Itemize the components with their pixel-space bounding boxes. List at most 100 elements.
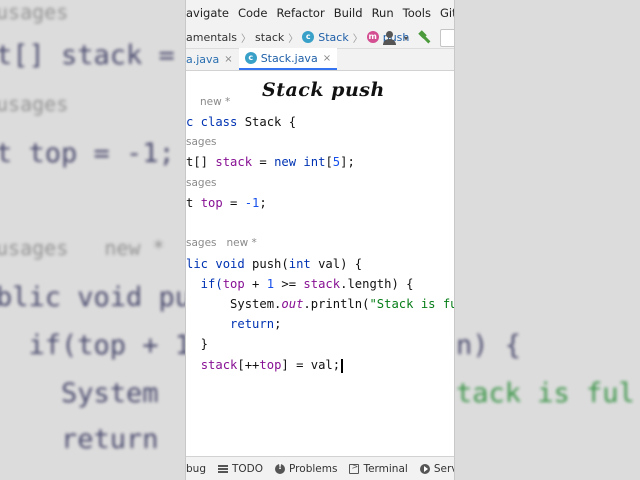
code-editor[interactable]: Stack push new * c class Stack {sages t[] … <box>186 72 454 454</box>
code-token: [ <box>325 155 333 169</box>
tool-window-label: Services <box>433 462 454 475</box>
code-token: t <box>186 196 201 210</box>
background-code-fragment: n) { <box>456 330 522 361</box>
chevron-right-icon: 〉 <box>352 33 363 45</box>
editor-tab-bar: a.java × c Stack.java × <box>186 48 454 71</box>
code-line: c class Stack { <box>186 115 296 129</box>
code-token: "Stack is full <box>369 297 454 311</box>
menu-item-run[interactable]: Run <box>372 6 394 20</box>
background-code-line: usages <box>0 92 69 116</box>
code-line: lic void push(int val) { <box>186 257 362 271</box>
tool-window-label: TODO <box>232 462 264 475</box>
background-code-line: t[] stack = <box>0 40 192 71</box>
background-code-line: blic void pu <box>0 282 192 313</box>
code-token: -1 <box>244 196 260 210</box>
code-token: if( <box>186 277 223 291</box>
code-token: } <box>186 337 209 351</box>
code-token: return <box>186 317 275 331</box>
code-token: [++ <box>237 358 260 372</box>
tab-previous-file[interactable]: a.java × <box>186 48 239 70</box>
code-token: c class <box>186 115 245 129</box>
tool-window-bug[interactable]: bug <box>186 463 206 475</box>
code-line: return; <box>186 317 281 331</box>
code-token: out <box>281 297 304 311</box>
background-code-line: usages new * <box>0 236 165 260</box>
menu-item-avigate[interactable]: avigate <box>186 6 229 20</box>
inlay-hint-usages: sages new * <box>186 237 257 249</box>
chevron-down-icon[interactable]: ▾ <box>404 34 408 43</box>
code-token: int <box>288 257 319 271</box>
tool-window-terminal[interactable]: Terminal <box>349 462 408 475</box>
chevron-right-icon: 〉 <box>288 33 299 45</box>
run-configuration-box[interactable] <box>440 29 454 47</box>
services-icon <box>419 463 430 474</box>
menu-item-build[interactable]: Build <box>334 6 363 20</box>
close-icon[interactable]: × <box>224 54 232 65</box>
code-token: stack <box>200 358 238 372</box>
code-line: if(top + 1 >= stack.length) { <box>186 277 414 291</box>
code-token: top <box>200 196 223 210</box>
menu-item-tools[interactable]: Tools <box>403 6 431 20</box>
code-token: >= <box>274 277 304 291</box>
close-icon[interactable]: × <box>323 53 331 64</box>
inlay-hint-usages: new * <box>200 96 231 108</box>
inlay-hint-usages: sages <box>186 177 217 189</box>
breadcrumb: amentals 〉 stack 〉 c Stack 〉 m push <box>186 30 409 45</box>
tab-label: a.java <box>186 52 220 66</box>
tool-window-todo[interactable]: TODO <box>218 463 263 475</box>
code-token: stack <box>215 155 253 169</box>
problems-icon <box>275 462 286 474</box>
code-token: 1 <box>266 277 275 291</box>
breadcrumb-class[interactable]: Stack <box>318 31 348 44</box>
user-icon[interactable] <box>382 30 398 46</box>
tool-window-services[interactable]: Services <box>419 462 454 475</box>
code-token: ]; <box>340 155 355 169</box>
build-hammer-icon[interactable] <box>418 31 432 45</box>
inlay-hint-usages: sages <box>186 136 217 148</box>
video-title-overlay: Stack push <box>262 79 385 101</box>
tab-stack-java[interactable]: c Stack.java × <box>238 48 338 70</box>
background-code-line: usages <box>0 0 69 24</box>
tool-window-label: Problems <box>289 462 338 475</box>
background-code-line: t top = -1; <box>0 138 175 169</box>
code-token: System. <box>186 297 282 311</box>
code-token: .println( <box>303 297 370 311</box>
todo-icon <box>218 464 228 474</box>
menu-item-code[interactable]: Code <box>238 6 267 20</box>
code-token: top <box>259 358 282 372</box>
menu-item-git[interactable]: Git <box>440 6 454 20</box>
code-token: push( <box>252 257 289 271</box>
code-line: } <box>186 337 208 351</box>
tab-label: Stack.java <box>260 51 318 65</box>
code-token: t[] <box>186 155 216 169</box>
code-token: top <box>222 277 245 291</box>
code-token: .length) { <box>340 277 414 291</box>
navigation-bar: amentals 〉 stack 〉 c Stack 〉 m push ▾ <box>186 26 454 49</box>
tool-window-label: bug <box>186 462 206 475</box>
tool-window-bar: bug TODO Problems Terminal Services <box>186 456 454 480</box>
breadcrumb-package[interactable]: amentals <box>186 31 237 44</box>
class-icon: c <box>244 52 257 64</box>
menu-bar: avigateCodeRefactorBuildRunToolsGitWindo… <box>186 0 454 26</box>
tool-window-problems[interactable]: Problems <box>275 462 338 475</box>
code-token: int <box>303 155 326 169</box>
code-line: t[] stack = new int[5]; <box>186 155 355 169</box>
background-code-line: if(top + 1 <box>0 330 192 361</box>
menu-item-refactor[interactable]: Refactor <box>276 6 324 20</box>
background-code-line: System <box>0 378 159 409</box>
terminal-icon <box>349 462 360 474</box>
chevron-right-icon: 〉 <box>241 33 252 45</box>
code-token: Stack { <box>244 115 297 129</box>
background-code-line: return <box>0 424 159 455</box>
code-token: stack <box>303 277 341 291</box>
code-token: ] = val; <box>281 358 341 372</box>
method-icon: m <box>366 31 379 43</box>
ide-window: avigateCodeRefactorBuildRunToolsGitWindo… <box>185 0 455 480</box>
code-line: t top = -1; <box>186 196 267 210</box>
code-token: lic <box>186 257 216 271</box>
code-token: ; <box>274 317 282 331</box>
code-token: void <box>215 257 253 271</box>
breadcrumb-folder[interactable]: stack <box>255 31 284 44</box>
code-token: = <box>252 155 275 169</box>
